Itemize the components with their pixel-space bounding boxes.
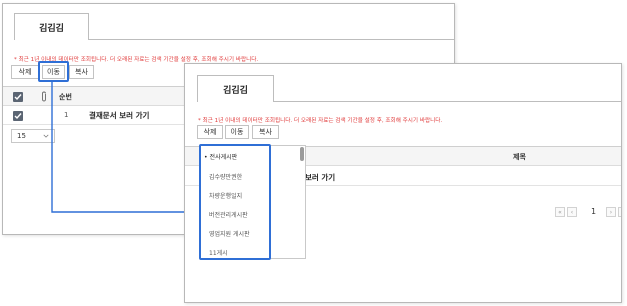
front-delete-label: 삭제 [203,128,217,136]
back-row-title[interactable]: 결재문서 보러 가기 [89,110,149,121]
back-tab-label: 김김김 [39,23,64,34]
front-tab[interactable]: 김김김 [197,75,274,102]
back-move-highlight [38,61,69,82]
prev-page-button[interactable]: ‹ [567,207,577,217]
front-row-title[interactable]: 보러 가기 [305,172,335,183]
first-page-icon: « [558,208,562,216]
front-move-label: 이동 [230,128,244,136]
front-delete-button[interactable]: 삭제 [197,125,223,139]
front-notice: * 최근 1년 이내의 데이터만 조회됩니다. 더 오래된 자료는 검색 기간을… [198,118,443,124]
last-page-button[interactable]: » [618,207,622,217]
next-page-button[interactable]: › [606,207,616,217]
current-page-number[interactable]: 1 [591,207,596,216]
back-delete-button[interactable]: 삭제 [11,65,39,79]
dropdown-highlight [199,144,271,260]
front-copy-button[interactable]: 복사 [252,125,279,139]
front-tab-underline [274,101,621,102]
paperclip-icon [42,91,46,102]
back-header-seq: 순번 [59,93,72,101]
back-header-checkbox[interactable] [13,92,23,102]
front-copy-label: 복사 [259,128,272,136]
chevron-down-icon [43,134,49,138]
back-tab[interactable]: 김김김 [14,13,89,40]
front-tab-label: 김김김 [223,85,248,96]
back-copy-button[interactable]: 복사 [69,65,94,79]
back-row-seq: 1 [64,111,69,119]
front-window: 김김김 * 최근 1년 이내의 데이터만 조회됩니다. 더 오래된 자료는 검색… [184,63,622,303]
back-row-checkbox[interactable] [13,111,23,121]
check-icon [14,113,22,120]
check-icon [14,94,22,101]
back-delete-label: 삭제 [18,68,32,76]
back-tab-underline [89,39,454,40]
dropdown-scrollbar[interactable] [300,147,304,161]
prev-page-icon: ‹ [570,208,574,216]
back-copy-label: 복사 [75,68,88,76]
last-page-icon: » [621,209,622,216]
next-page-icon: › [609,208,613,216]
front-move-button[interactable]: 이동 [225,125,249,139]
back-page-size-value: 15 [17,132,26,140]
front-header-title: 제목 [513,153,526,161]
first-page-button[interactable]: « [555,207,565,217]
back-page-size-select[interactable]: 15 [11,129,55,143]
